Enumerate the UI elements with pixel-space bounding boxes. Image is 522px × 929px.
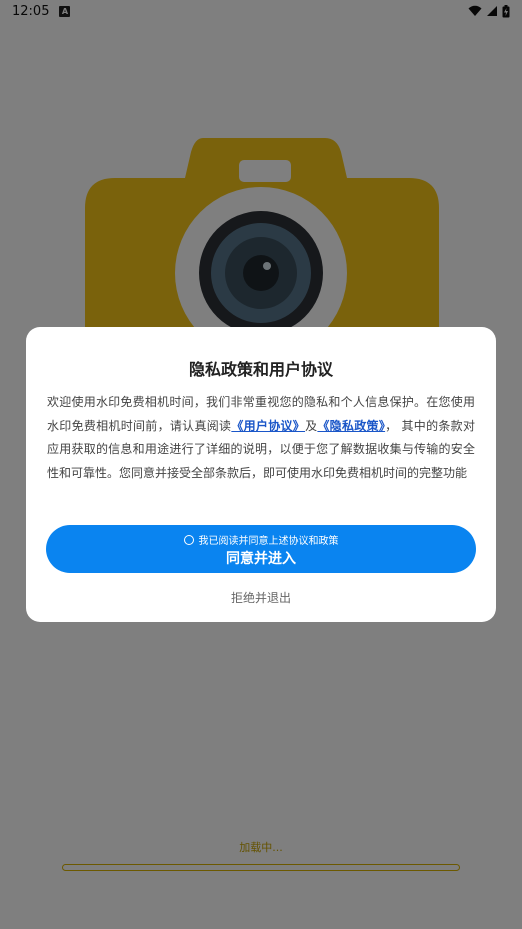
consent-radio-icon[interactable] (183, 534, 194, 545)
privacy-dialog: 隐私政策和用户协议 欢迎使用水印免费相机时间，我们非常重视您的隐私和个人信息保护… (26, 327, 496, 622)
reject-and-exit-button[interactable]: 拒绝并退出 (26, 589, 496, 606)
dialog-body: 欢迎使用水印免费相机时间，我们非常重视您的隐私和个人信息保护。在您使用水印免费相… (47, 391, 475, 485)
dialog-title: 隐私政策和用户协议 (188, 360, 333, 379)
agree-and-enter-button[interactable]: 我已阅读并同意上述协议和政策 同意并进入 (46, 525, 476, 573)
user-agreement-link[interactable]: 《用户协议》 (231, 419, 305, 433)
privacy-policy-link[interactable]: 《隐私政策》 (317, 419, 385, 433)
consent-checkbox-label: 我已阅读并同意上述协议和政策 (198, 536, 339, 547)
agree-button-label: 同意并进入 (226, 551, 296, 567)
consent-checkbox-row[interactable]: 我已阅读并同意上述协议和政策 (46, 532, 476, 547)
body-text-and: 及 (305, 418, 318, 433)
